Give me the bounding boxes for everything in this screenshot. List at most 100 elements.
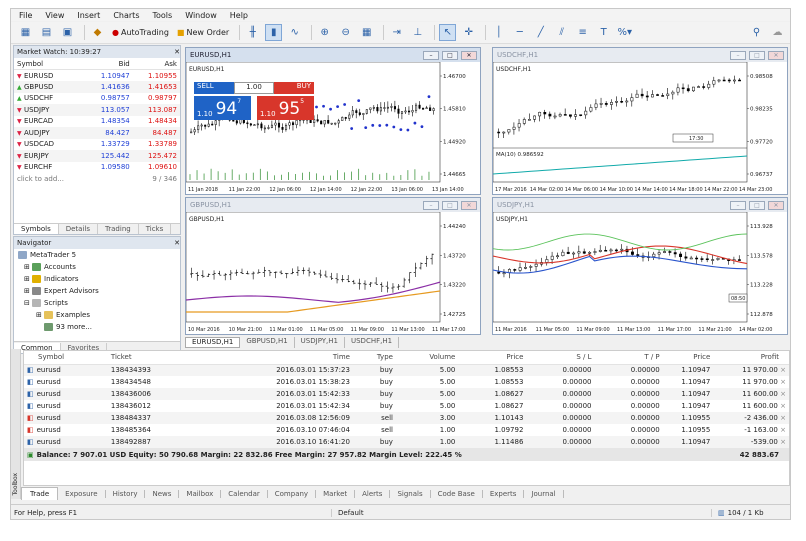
col-header[interactable]: Ticket [107, 351, 198, 365]
sell-button[interactable]: 1.10 94 7 [194, 96, 251, 120]
nav-more[interactable]: 93 more... [14, 321, 180, 333]
menu-window[interactable]: Window [185, 11, 217, 20]
col-ask[interactable]: Ask [132, 58, 180, 70]
trade-row[interactable]: ◧ eurusd 138436006 2016.03.01 15:42:33 buy 5.… [24, 388, 789, 400]
close-position-icon[interactable]: × [780, 366, 786, 374]
chart-tab-eurusd[interactable]: EURUSD,H1 [185, 337, 241, 348]
shapes-icon[interactable]: %▾ [616, 24, 633, 41]
minimize-icon[interactable]: – [730, 50, 746, 60]
bar-chart-icon[interactable]: ╫ [244, 24, 261, 41]
chart-tab-usdjpy[interactable]: USDJPY,H1 [295, 337, 345, 348]
col-header[interactable]: T / P [594, 351, 663, 365]
lot-input[interactable]: 1.00 [234, 82, 274, 94]
symbol-row[interactable]: ▼ EURUSD 1.10947 1.10955 [14, 70, 180, 82]
nav-accounts[interactable]: ⊞ Accounts [14, 261, 180, 273]
new-chart-icon[interactable]: ▦ [17, 24, 34, 41]
menu-view[interactable]: View [45, 11, 64, 20]
col-header[interactable]: Price [458, 351, 527, 365]
search-icon[interactable]: ⚲ [748, 24, 765, 41]
symbol-row[interactable]: ▼ EURCHF 1.09580 1.09610 [14, 162, 180, 174]
fibonacci-icon[interactable]: ≡ [574, 24, 591, 41]
chart-usdjpy[interactable]: USDJPY,H1 113.928 113.578 113.228 112.878 11 … [492, 211, 787, 334]
col-header[interactable]: S / L [526, 351, 595, 365]
symbol-row[interactable]: ▼ USDCAD 1.33729 1.33789 [14, 139, 180, 151]
close-position-icon[interactable]: × [780, 378, 786, 386]
trade-row[interactable]: ◧ eurusd 138484337 2016.03.08 12:56:09 sell 3… [24, 412, 789, 424]
minimize-icon[interactable]: – [423, 200, 439, 210]
click-to-add[interactable]: click to add... [14, 173, 86, 185]
col-header[interactable]: Type [352, 351, 396, 365]
metaeditor-icon[interactable]: ◆ [89, 24, 106, 41]
chart-tab-usdchf[interactable]: USDCHF,H1 [345, 337, 400, 348]
trade-row[interactable]: ◧ eurusd 138434548 2016.03.01 15:38:23 buy 5.… [24, 376, 789, 388]
minimize-icon[interactable]: – [423, 50, 439, 60]
close-icon[interactable]: ✕ [461, 200, 477, 210]
col-header[interactable]: Price [662, 351, 714, 365]
menu-charts[interactable]: Charts [113, 11, 139, 20]
chart-window-usdjpy[interactable]: USDJPY,H1 – □ ✕ USDJPY,H1 113.928 113.578 113.… [492, 197, 788, 335]
crosshair-icon[interactable]: ✛ [460, 24, 477, 41]
trade-row[interactable]: ◧ eurusd 138434393 2016.03.01 15:37:23 buy 5.… [24, 364, 789, 376]
toolbox-tab[interactable]: Alerts [355, 489, 391, 498]
nav-examples[interactable]: ⊞ Examples [14, 309, 180, 321]
nav-scripts[interactable]: ⊟ Scripts [14, 297, 180, 309]
horizontal-line-icon[interactable]: ─ [511, 24, 528, 41]
buy-label[interactable]: BUY [274, 82, 314, 94]
toolbox-tab[interactable]: History [106, 489, 146, 498]
menu-insert[interactable]: Insert [77, 11, 100, 20]
symbol-row[interactable]: ▼ EURCAD 1.48354 1.48434 [14, 116, 180, 128]
status-profile[interactable]: Default [331, 509, 711, 517]
chart-tab-gbpusd[interactable]: GBPUSD,H1 [240, 337, 295, 348]
buy-button[interactable]: 1.10 95 5 [257, 96, 314, 120]
symbol-row[interactable]: ▼ AUDJPY 84.427 84.487 [14, 127, 180, 139]
zoom-out-icon[interactable]: ⊖ [337, 24, 354, 41]
close-icon[interactable]: ✕ [461, 50, 477, 60]
profiles-icon[interactable]: ▤ [38, 24, 55, 41]
sell-label[interactable]: SELL [194, 82, 234, 94]
menu-help[interactable]: Help [230, 11, 248, 20]
chart-window-usdchf[interactable]: USDCHF,H1 – □ ✕ USDCHF,H1 0.98508 0.98235 0.97… [492, 47, 788, 195]
minimize-icon[interactable]: – [730, 200, 746, 210]
nav-expert-advisors[interactable]: ⊞ Expert Advisors [14, 285, 180, 297]
symbol-row[interactable]: ▲ GBPUSD 1.41636 1.41653 [14, 81, 180, 93]
toolbox-side[interactable]: Toolbox [11, 349, 21, 499]
trendline-icon[interactable]: ╱ [532, 24, 549, 41]
maximize-icon[interactable]: □ [749, 200, 765, 210]
toolbox-tab[interactable]: News [145, 489, 180, 498]
autotrading-button[interactable]: ● AutoTrading [110, 24, 171, 41]
channel-icon[interactable]: ⫽ [553, 24, 570, 41]
toolbox-tab[interactable]: Experts [483, 489, 525, 498]
close-icon[interactable]: ✕ [174, 239, 180, 247]
toolbox-tab[interactable]: Journal [524, 489, 564, 498]
trade-row[interactable]: ◧ eurusd 138436012 2016.03.01 15:42:34 buy 5.… [24, 400, 789, 412]
chart-window-gbpusd[interactable]: GBPUSD,H1 – □ ✕ GBPUSD,H1 1.44240 1.43720 1.43… [185, 197, 481, 335]
symbol-row[interactable]: ▼ USDJPY 113.057 113.087 [14, 104, 180, 116]
maximize-icon[interactable]: □ [442, 50, 458, 60]
chat-icon[interactable]: ☁ [769, 24, 786, 41]
trade-row[interactable]: ◧ eurusd 138492887 2016.03.10 16:41:20 buy 1.… [24, 436, 789, 448]
menu-tools[interactable]: Tools [152, 11, 172, 20]
vertical-line-icon[interactable]: │ [490, 24, 507, 41]
menu-file[interactable]: File [19, 11, 32, 20]
close-position-icon[interactable]: × [780, 402, 786, 410]
tab-symbols[interactable]: Symbols [14, 224, 59, 234]
toolbox-tab[interactable]: Exposure [58, 489, 106, 498]
toolbox-tab[interactable]: Calendar [221, 489, 268, 498]
trade-row[interactable]: ◧ eurusd 138485364 2016.03.10 07:46:04 sell 1… [24, 424, 789, 436]
col-header[interactable]: Time [197, 351, 353, 365]
toolbox-tab[interactable]: Company [268, 489, 317, 498]
nav-indicators[interactable]: ⊞ Indicators [14, 273, 180, 285]
navigator-root[interactable]: MetaTrader 5 [14, 249, 180, 261]
tab-trading[interactable]: Trading [98, 224, 139, 234]
zoom-in-icon[interactable]: ⊕ [316, 24, 333, 41]
col-bid[interactable]: Bid [85, 58, 133, 70]
toolbox-tab[interactable]: Market [316, 489, 356, 498]
toolbox-tab[interactable]: Trade [21, 487, 59, 500]
chart-gbpusd[interactable]: GBPUSD,H1 1.44240 1.43720 1.43220 1.42725 10 … [185, 211, 480, 334]
tab-ticks[interactable]: Ticks [139, 224, 172, 234]
line-chart-icon[interactable]: ∿ [286, 24, 303, 41]
close-position-icon[interactable]: × [780, 414, 786, 422]
col-header[interactable]: Volume [395, 351, 459, 365]
tab-details[interactable]: Details [59, 224, 99, 234]
chart-window-eurusd[interactable]: EURUSD,H1 – □ ✕ EURUSD,H1 1.46700 1.45810 1.44… [185, 47, 481, 195]
